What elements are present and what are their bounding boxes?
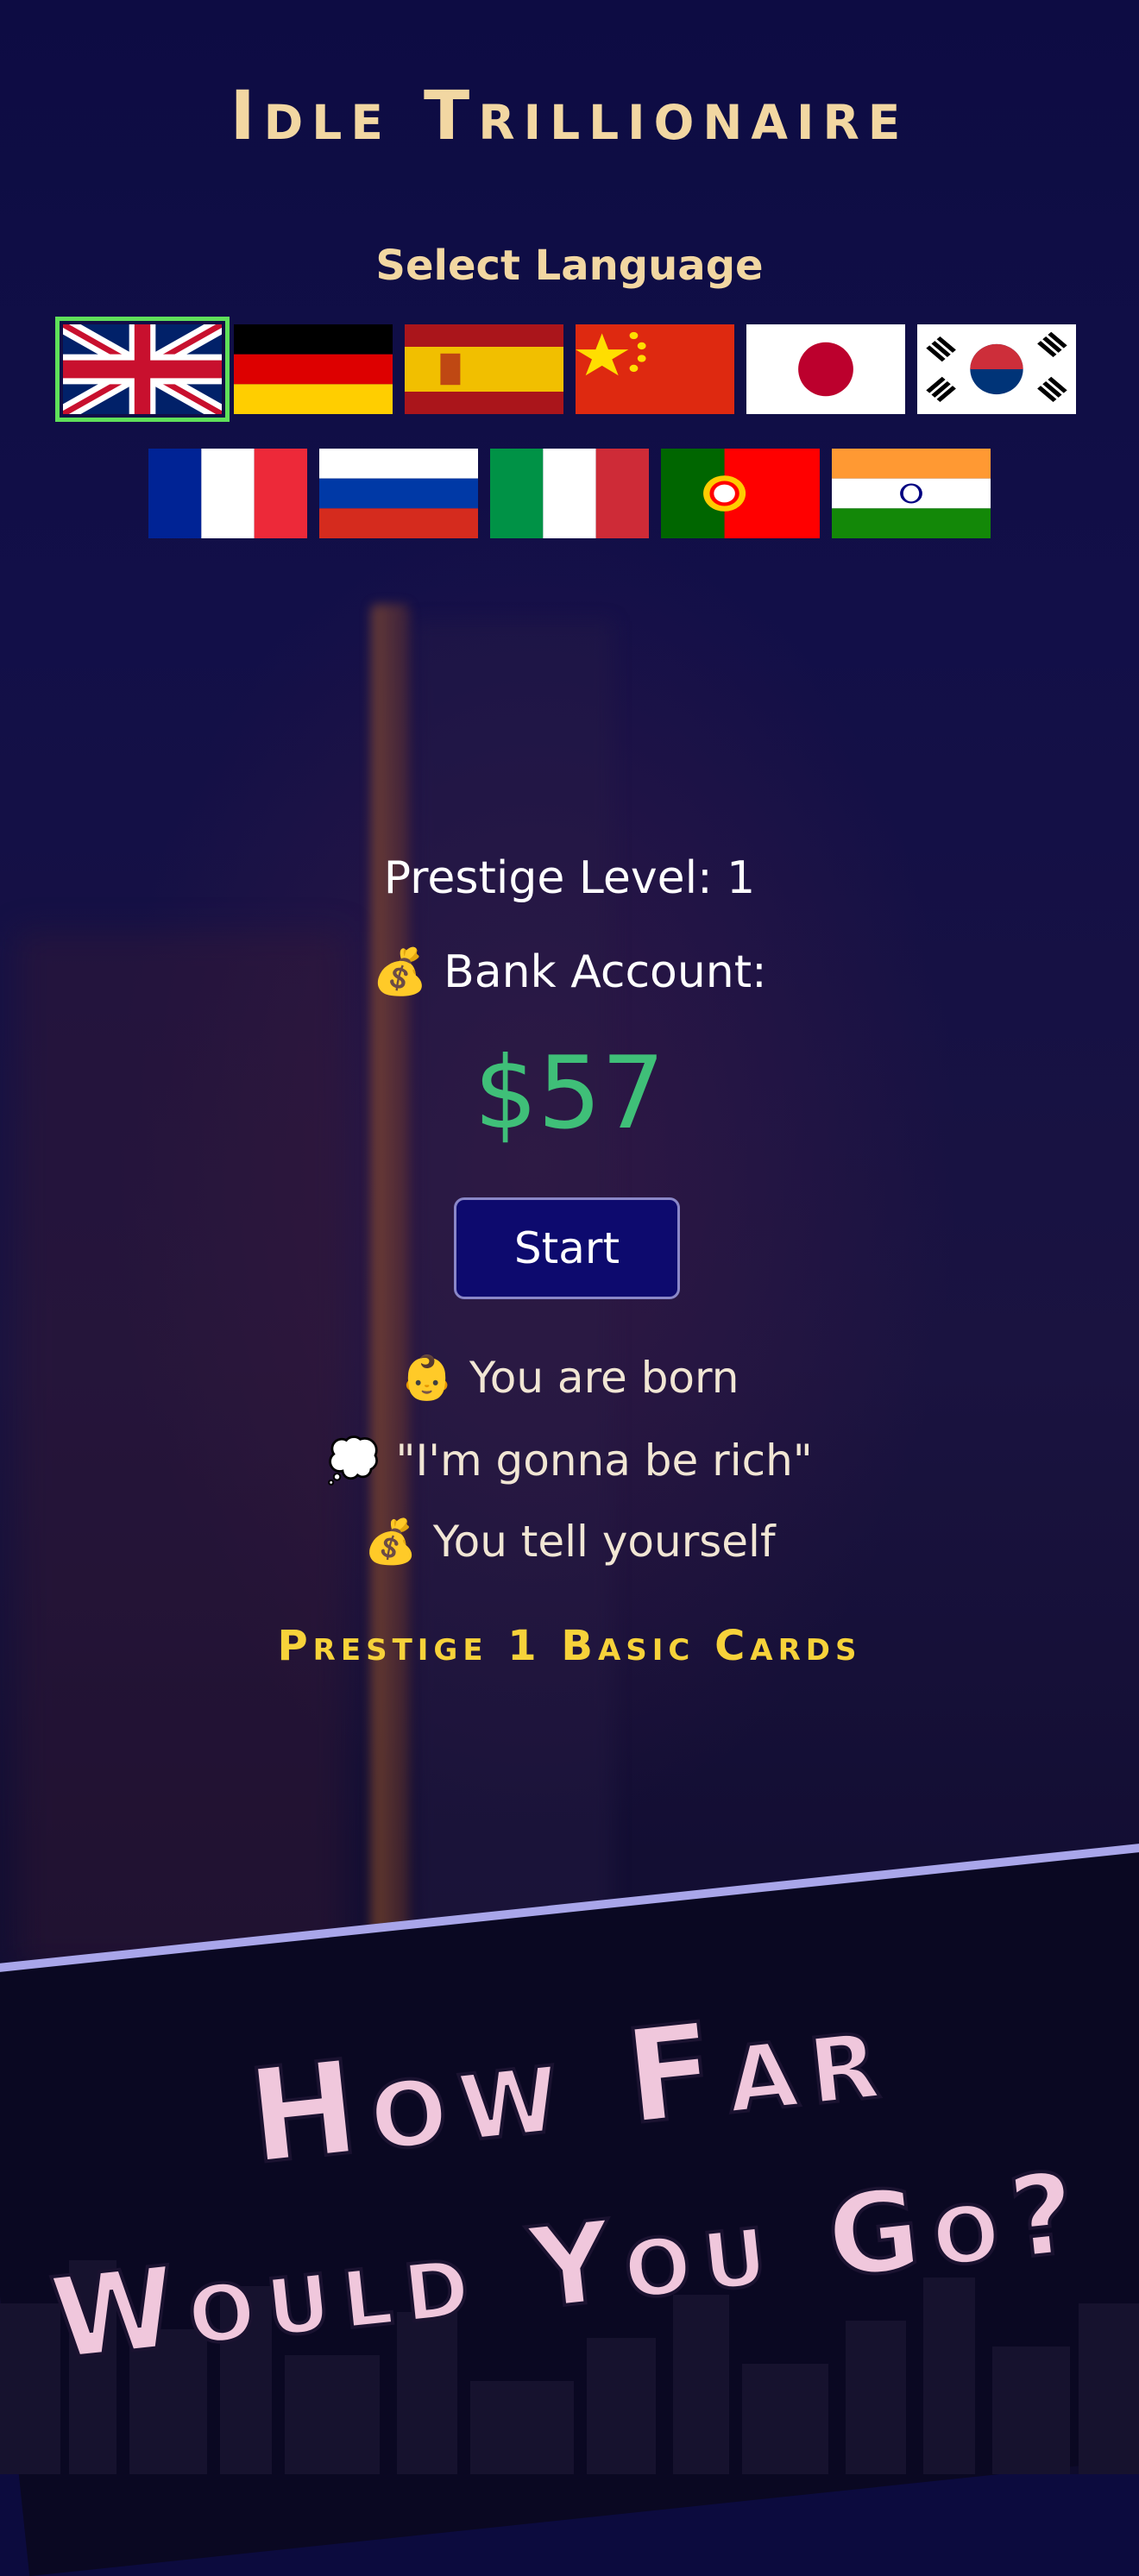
flag-india-button[interactable] xyxy=(832,449,991,538)
korea-flag-icon xyxy=(917,324,1076,414)
china-flag-icon xyxy=(576,324,734,414)
start-button[interactable]: Start xyxy=(454,1197,680,1299)
flag-uk-button[interactable] xyxy=(55,317,230,422)
flag-japan-button[interactable] xyxy=(746,324,905,414)
background-tower xyxy=(371,604,410,2027)
flag-italy-button[interactable] xyxy=(490,449,649,538)
portugal-flag-icon xyxy=(661,449,820,538)
app-title: Idle Trillionaire xyxy=(230,78,909,155)
background-tower-shadow xyxy=(414,621,613,2001)
flag-korea-button[interactable] xyxy=(917,324,1076,414)
story-line-born: 👶 You are born xyxy=(0,1353,1139,1404)
italy-flag-icon xyxy=(490,449,649,538)
language-flags-row-1 xyxy=(0,317,1139,422)
prestige-level-text: Prestige Level: 1 xyxy=(383,852,756,904)
money-bag-icon: 💰 xyxy=(363,1517,418,1567)
story-text-tell: You tell yourself xyxy=(432,1517,776,1567)
story-text-born: You are born xyxy=(469,1353,739,1403)
story-line-tell: 💰 You tell yourself xyxy=(0,1517,1139,1568)
story-line-rich: 💭 "I'm gonna be rich" xyxy=(0,1436,1139,1486)
flag-spain-button[interactable] xyxy=(405,324,563,414)
germany-flag-icon xyxy=(234,324,393,414)
uk-flag-icon xyxy=(63,324,222,414)
bank-account-value: $57 xyxy=(474,1035,665,1152)
select-language-label: Select Language xyxy=(375,242,764,290)
story-text-rich: "I'm gonna be rich" xyxy=(395,1436,813,1486)
france-flag-icon xyxy=(148,449,307,538)
bank-account-label: 💰 Bank Account: xyxy=(0,946,1139,998)
flag-france-button[interactable] xyxy=(148,449,307,538)
flag-portugal-button[interactable] xyxy=(661,449,820,538)
russia-flag-icon xyxy=(319,449,478,538)
money-bag-icon: 💰 xyxy=(372,946,429,998)
language-flags-row-2 xyxy=(0,449,1139,538)
india-flag-icon xyxy=(832,449,991,538)
flag-china-button[interactable] xyxy=(576,324,734,414)
baby-icon: 👶 xyxy=(400,1353,454,1403)
flag-germany-button[interactable] xyxy=(234,324,393,414)
flag-russia-button[interactable] xyxy=(319,449,478,538)
spain-flag-icon xyxy=(405,324,563,414)
thought-bubble-icon: 💭 xyxy=(326,1436,381,1486)
japan-flag-icon xyxy=(746,324,905,414)
bank-account-text: Bank Account: xyxy=(444,946,767,998)
prestige-cards-heading: Prestige 1 Basic Cards xyxy=(277,1622,862,1670)
